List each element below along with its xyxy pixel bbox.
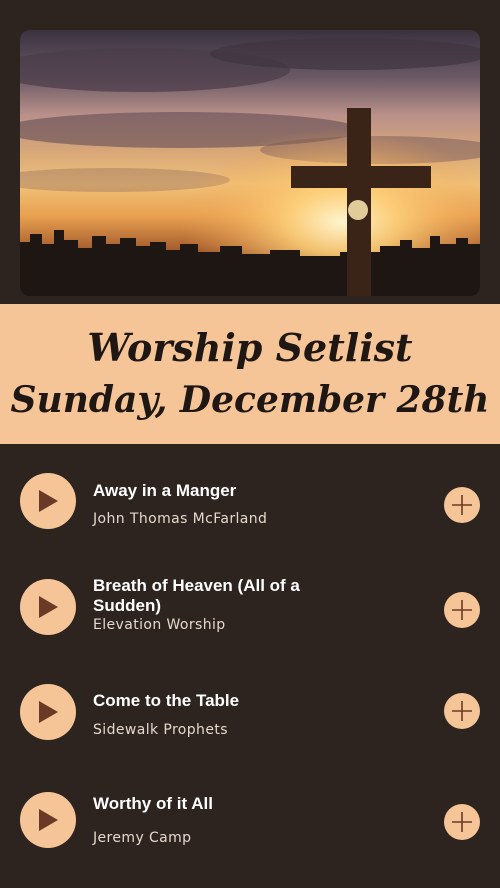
play-button[interactable] (20, 684, 76, 740)
plus-icon (452, 812, 472, 832)
play-button[interactable] (20, 792, 76, 848)
play-icon (39, 701, 58, 723)
song-artist: Sidewalk Prophets (93, 722, 228, 738)
song-title: Away in a Manger (93, 481, 237, 500)
song-item: Come to the Table Sidewalk Prophets (0, 662, 500, 762)
plus-icon (452, 495, 472, 515)
hero-image (20, 30, 480, 296)
play-icon (39, 596, 58, 618)
play-icon (39, 490, 58, 512)
cross-sunset-image (20, 30, 480, 296)
song-item: Worthy of it All Jeremy Camp (0, 770, 500, 870)
song-artist: John Thomas McFarland (93, 511, 268, 527)
play-icon (39, 809, 58, 831)
song-title: Breath of Heaven (All of a Sudden) (93, 576, 300, 615)
plus-icon (452, 600, 472, 620)
page-title: Worship Setlist (87, 325, 413, 370)
plus-icon (452, 701, 472, 721)
play-button[interactable] (20, 473, 76, 529)
song-title: Come to the Table (93, 691, 240, 710)
add-button[interactable] (444, 693, 480, 729)
song-artist: Jeremy Camp (93, 830, 192, 846)
play-button[interactable] (20, 579, 76, 635)
song-artist: Elevation Worship (93, 617, 226, 633)
song-item: Breath of Heaven (All of a Sudden) Eleva… (0, 557, 500, 657)
add-button[interactable] (444, 487, 480, 523)
song-item: Away in a Manger John Thomas McFarland (0, 450, 500, 550)
add-button[interactable] (444, 592, 480, 628)
setlist-banner: Worship Setlist Sunday, December 28th (0, 304, 500, 444)
add-button[interactable] (444, 804, 480, 840)
song-title: Worthy of it All (93, 794, 213, 813)
service-date: Sunday, December 28th (10, 379, 490, 421)
